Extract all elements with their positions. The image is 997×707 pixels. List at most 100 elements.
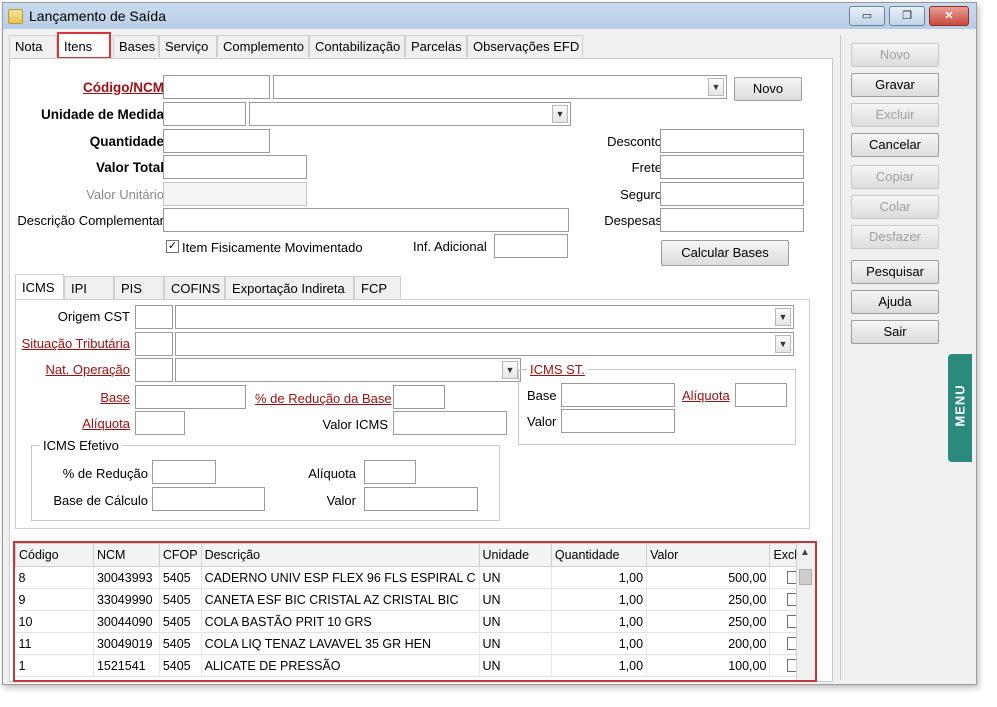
desconto-input[interactable]: [660, 129, 804, 153]
close-button[interactable]: ✕: [929, 6, 969, 26]
colar-button[interactable]: Colar: [851, 195, 939, 219]
nat-operacao-select[interactable]: ▼: [175, 358, 521, 382]
situacao-tributaria-label[interactable]: Situação Tributária: [22, 336, 130, 351]
valor-icms-input[interactable]: [393, 411, 507, 435]
novo-item-button[interactable]: Novo: [734, 77, 802, 101]
nat-operacao-label[interactable]: Nat. Operação: [45, 362, 130, 377]
situacao-select[interactable]: ▼: [175, 332, 794, 356]
excluir-button[interactable]: Excluir: [851, 103, 939, 127]
efetivo-base-input[interactable]: [152, 487, 265, 511]
novo-button[interactable]: Novo: [851, 43, 939, 67]
tab-servico[interactable]: Serviço: [159, 35, 217, 57]
table-row[interactable]: 9 33049990 5405 CANETA ESF BIC CRISTAL A…: [15, 588, 815, 611]
action-sidebar: Novo Gravar Excluir Cancelar Copiar Cola…: [840, 35, 949, 680]
efetivo-aliquota-input[interactable]: [364, 460, 416, 484]
ncm-select[interactable]: ▼: [273, 75, 727, 99]
origem-cst-code-input[interactable]: [135, 305, 173, 329]
table-row[interactable]: 8 30043993 5405 CADERNO UNIV ESP FLEX 96…: [15, 566, 815, 589]
copiar-button[interactable]: Copiar: [851, 165, 939, 189]
aliquota-label[interactable]: Alíquota: [82, 416, 130, 431]
window-title: Lançamento de Saída: [29, 8, 166, 24]
ajuda-button[interactable]: Ajuda: [851, 290, 939, 314]
table-row[interactable]: 11 30049019 5405 COLA LIQ TENAZ LAVAVEL …: [15, 632, 815, 655]
tab-contabilizacao[interactable]: Contabilização: [309, 35, 405, 57]
pesquisar-button[interactable]: Pesquisar: [851, 260, 939, 284]
col-descricao[interactable]: Descrição: [200, 543, 480, 567]
unidade-code-input[interactable]: [163, 102, 246, 126]
scroll-up-icon[interactable]: ▲: [800, 547, 810, 558]
tab-complemento[interactable]: Complemento: [217, 35, 309, 57]
quantidade-input[interactable]: [163, 129, 270, 153]
descricao-input[interactable]: [163, 208, 569, 232]
icms-efetivo-title: ICMS Efetivo: [40, 438, 122, 453]
tab-ipi[interactable]: IPI: [64, 276, 114, 299]
efetivo-base-label: Base de Cálculo: [53, 493, 148, 508]
tab-icms[interactable]: ICMS: [15, 274, 64, 300]
unidade-select[interactable]: ▼: [249, 102, 571, 126]
sair-button[interactable]: Sair: [851, 320, 939, 344]
tab-bases[interactable]: Bases: [113, 35, 159, 57]
base-label[interactable]: Base: [100, 390, 130, 405]
gravar-button[interactable]: Gravar: [851, 73, 939, 97]
item-fisico-checkbox[interactable]: ✓: [166, 240, 179, 253]
minimize-button[interactable]: ▭: [849, 6, 885, 26]
seguro-input[interactable]: [660, 182, 804, 206]
cell-unidade: UN: [479, 588, 552, 611]
situacao-code-input[interactable]: [135, 332, 173, 356]
origem-cst-select[interactable]: ▼: [175, 305, 794, 329]
st-base-input[interactable]: [561, 383, 675, 407]
tab-itens[interactable]: Itens: [57, 32, 111, 59]
cell-descricao: CANETA ESF BIC CRISTAL AZ CRISTAL BIC: [201, 588, 480, 611]
col-codigo[interactable]: Código: [15, 543, 94, 567]
tab-observacoes-efd[interactable]: Observações EFD: [467, 35, 583, 57]
cell-quantidade: 1,00: [551, 588, 648, 611]
reducao-base-label[interactable]: % de Redução da Base: [255, 391, 392, 406]
inf-adicional-input[interactable]: [494, 234, 568, 258]
icms-st-title[interactable]: ICMS ST.: [527, 362, 588, 377]
restore-button[interactable]: ❐: [889, 6, 925, 26]
cell-valor: 500,00: [646, 566, 771, 589]
frete-label: Frete: [631, 160, 662, 175]
st-aliquota-input[interactable]: [735, 383, 787, 407]
icms-st-group: ICMS ST. Base Alíquota Valor: [518, 362, 796, 445]
cell-codigo: 1: [15, 654, 94, 677]
tab-cofins[interactable]: COFINS: [164, 276, 225, 299]
cell-codigo: 11: [15, 632, 94, 655]
cancelar-button[interactable]: Cancelar: [851, 133, 939, 157]
cell-unidade: UN: [479, 566, 552, 589]
cell-ncm: 1521541: [93, 654, 160, 677]
frete-input[interactable]: [660, 155, 804, 179]
codigo-ncm-label[interactable]: Código/NCM: [83, 80, 164, 95]
efetivo-valor-label: Valor: [326, 493, 356, 508]
table-row[interactable]: 1 1521541 5405 ALICATE DE PRESSÃO UN 1,0…: [15, 654, 815, 677]
st-valor-input[interactable]: [561, 409, 675, 433]
valor-total-input[interactable]: [163, 155, 307, 179]
efetivo-valor-input[interactable]: [364, 487, 478, 511]
tab-exportacao-indireta[interactable]: Exportação Indireta: [225, 276, 354, 299]
col-ncm[interactable]: NCM: [92, 543, 160, 567]
codigo-input[interactable]: [163, 75, 270, 99]
tab-pis[interactable]: PIS: [114, 276, 164, 299]
despesas-input[interactable]: [660, 208, 804, 232]
tab-nota[interactable]: Nota: [9, 35, 57, 57]
table-row[interactable]: 10 30044090 5405 COLA BASTÃO PRIT 10 GRS…: [15, 610, 815, 633]
col-quantidade[interactable]: Quantidade: [550, 543, 648, 567]
reducao-base-input[interactable]: [393, 385, 445, 409]
scroll-thumb[interactable]: [799, 569, 812, 585]
col-cfop[interactable]: CFOP: [158, 543, 202, 567]
col-valor[interactable]: Valor: [646, 543, 771, 567]
aliquota-input[interactable]: [135, 411, 185, 435]
calcular-bases-button[interactable]: Calcular Bases: [661, 240, 789, 266]
menu-side-tab[interactable]: MENU: [948, 354, 972, 462]
cell-cfop: 5405: [159, 610, 202, 633]
col-unidade[interactable]: Unidade: [478, 543, 552, 567]
nat-operacao-code-input[interactable]: [135, 358, 173, 382]
desfazer-button[interactable]: Desfazer: [851, 225, 939, 249]
tab-fcp[interactable]: FCP: [354, 276, 401, 299]
efetivo-reducao-input[interactable]: [152, 460, 216, 484]
base-input[interactable]: [135, 385, 246, 409]
grid-scrollbar[interactable]: ▲: [796, 543, 815, 680]
st-aliquota-label[interactable]: Alíquota: [682, 388, 730, 403]
cell-unidade: UN: [479, 610, 552, 633]
tab-parcelas[interactable]: Parcelas: [405, 35, 467, 57]
